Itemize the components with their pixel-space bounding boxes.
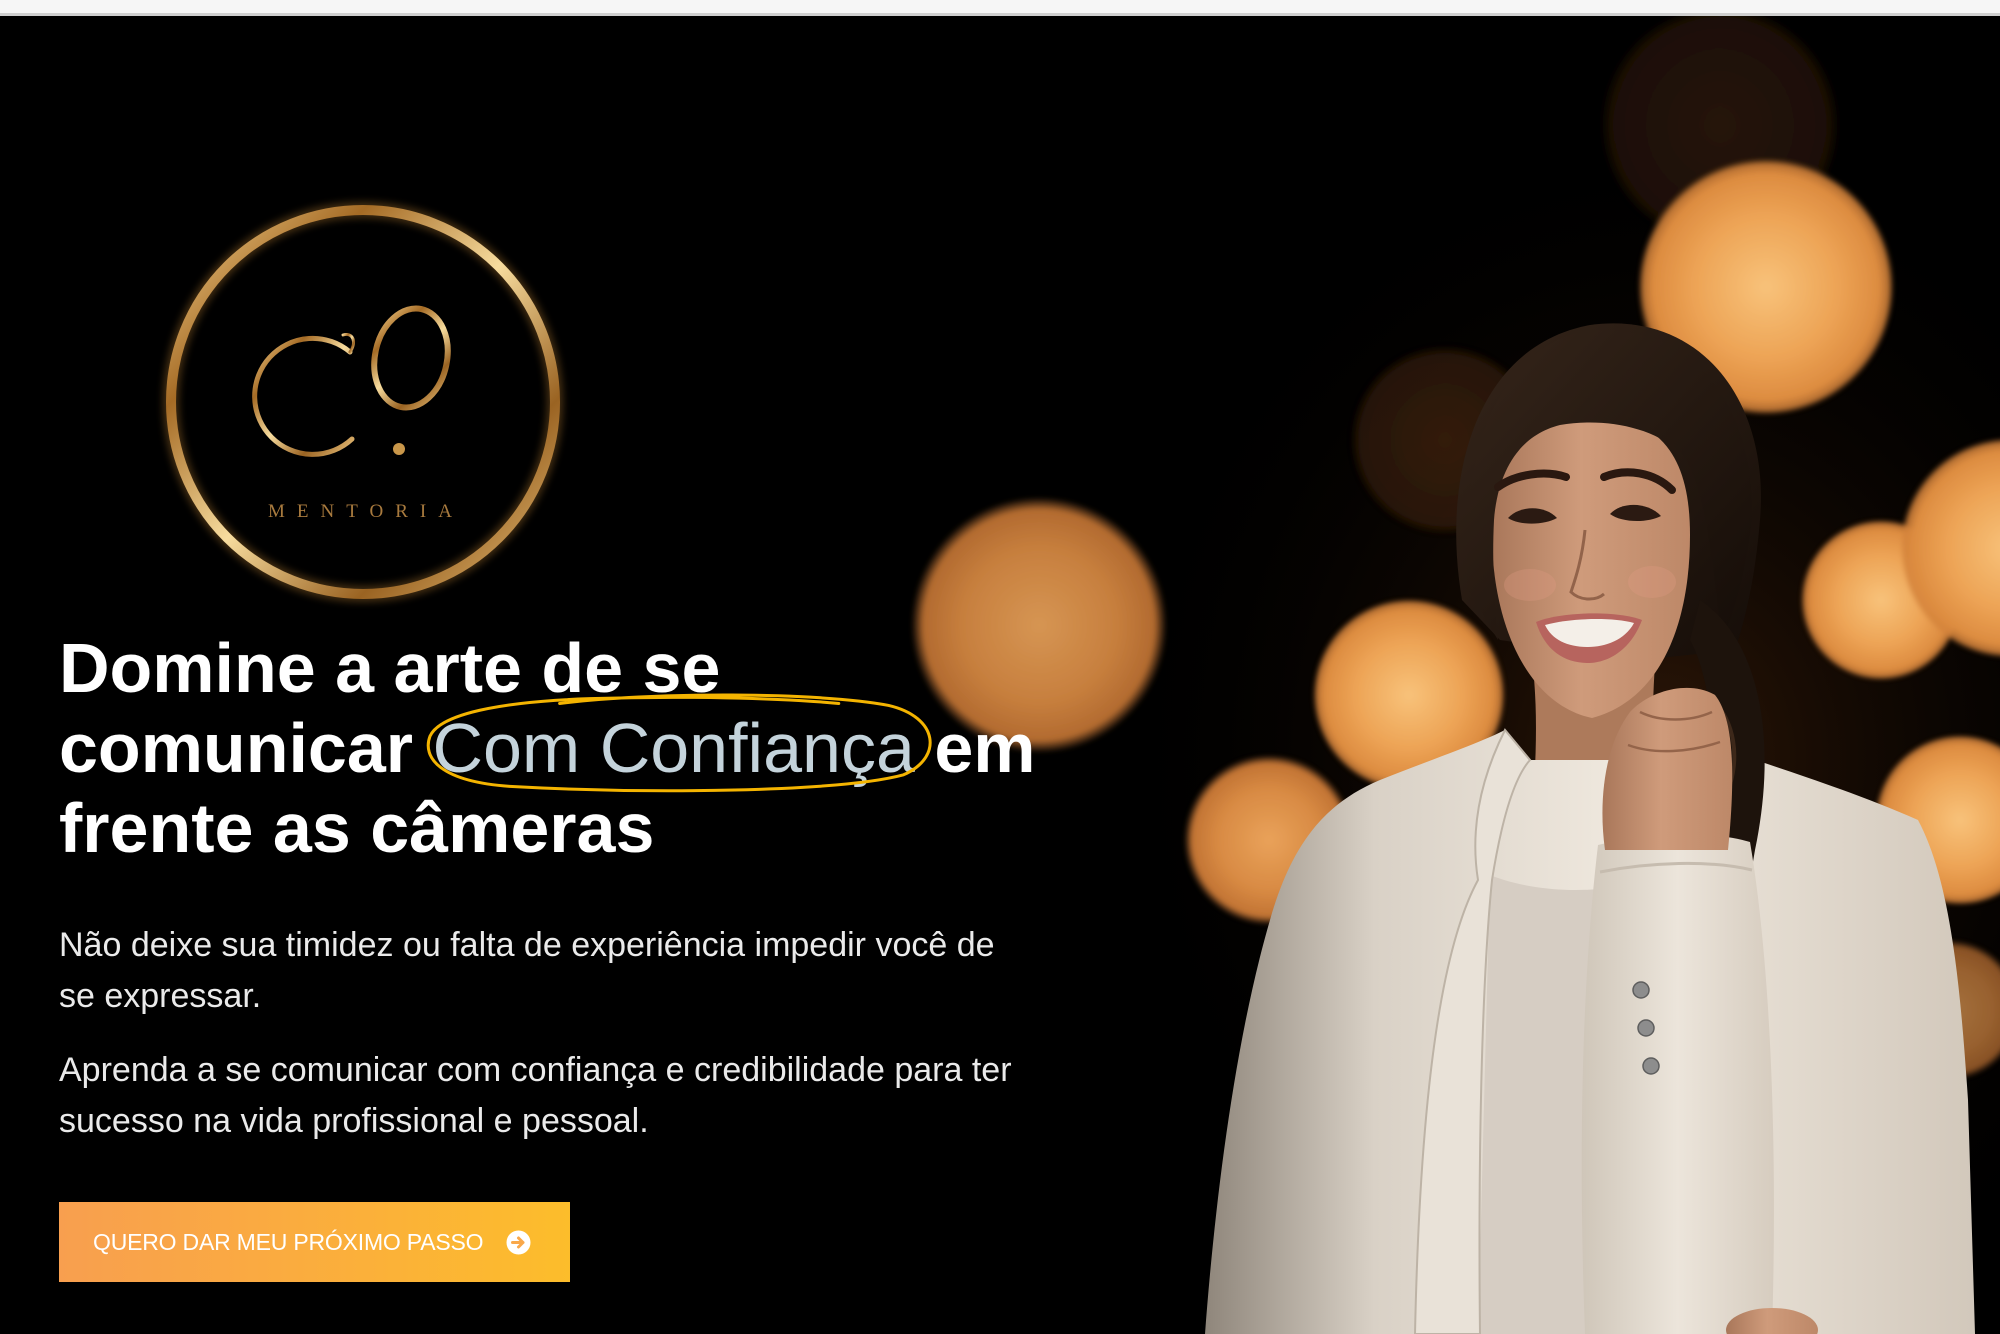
headline-line-2: comunicar Com Confiança em bbox=[59, 708, 1036, 788]
sleeve-button bbox=[1632, 981, 1650, 999]
logo-monogram bbox=[252, 305, 451, 457]
cta-button-label: QUERO DAR MEU PRÓXIMO PASSO bbox=[93, 1228, 484, 1255]
landing-page: MENTORIA Domine a arte de se comunicar C… bbox=[0, 0, 2000, 1334]
headline-highlight-text: Com Confiança bbox=[432, 709, 915, 787]
paragraph-line: Aprenda a se comunicar com confiança e c… bbox=[59, 1051, 1012, 1089]
logo-monogram-dot bbox=[393, 443, 405, 455]
logo-monogram-o bbox=[371, 305, 451, 411]
headline: Domine a arte de se comunicar Com Confia… bbox=[59, 628, 1036, 868]
headline-highlight: Com Confiança bbox=[432, 708, 914, 788]
logo-monogram-c bbox=[252, 335, 355, 457]
blazer-sleeve bbox=[1581, 834, 1774, 1334]
browser-top-strip bbox=[0, 0, 2000, 16]
headline-line-2-end: em bbox=[934, 709, 1036, 787]
intro-paragraph: Aprenda a se comunicar com confiança e c… bbox=[59, 1045, 1012, 1147]
logo: MENTORIA bbox=[163, 202, 563, 602]
sleeve-button bbox=[1642, 1057, 1660, 1075]
logo-wordmark: MENTORIA bbox=[268, 501, 464, 522]
cta-button[interactable]: QUERO DAR MEU PRÓXIMO PASSO bbox=[59, 1202, 570, 1282]
intro-paragraph: Não deixe sua timidez ou falta de experi… bbox=[59, 920, 1012, 1022]
paragraph-line: Não deixe sua timidez ou falta de experi… bbox=[59, 926, 995, 964]
paragraph-line: sucesso na vida profissional e pessoal. bbox=[59, 1102, 649, 1140]
headline-line-2-start: comunicar bbox=[59, 709, 413, 787]
cheek-right bbox=[1628, 566, 1676, 598]
paragraph-line: se expressar. bbox=[59, 977, 262, 1015]
logo-ring bbox=[166, 205, 560, 599]
intro-copy: Não deixe sua timidez ou falta de experi… bbox=[59, 920, 1012, 1170]
headline-line-1: Domine a arte de se bbox=[59, 629, 721, 707]
arrow-circle-right-icon-graphic bbox=[506, 1230, 531, 1254]
sleeve-button bbox=[1637, 1019, 1655, 1037]
arrow-circle-right-icon bbox=[505, 1229, 532, 1256]
cheek-left bbox=[1504, 569, 1556, 601]
headline-line-3: frente as câmeras bbox=[59, 789, 655, 867]
